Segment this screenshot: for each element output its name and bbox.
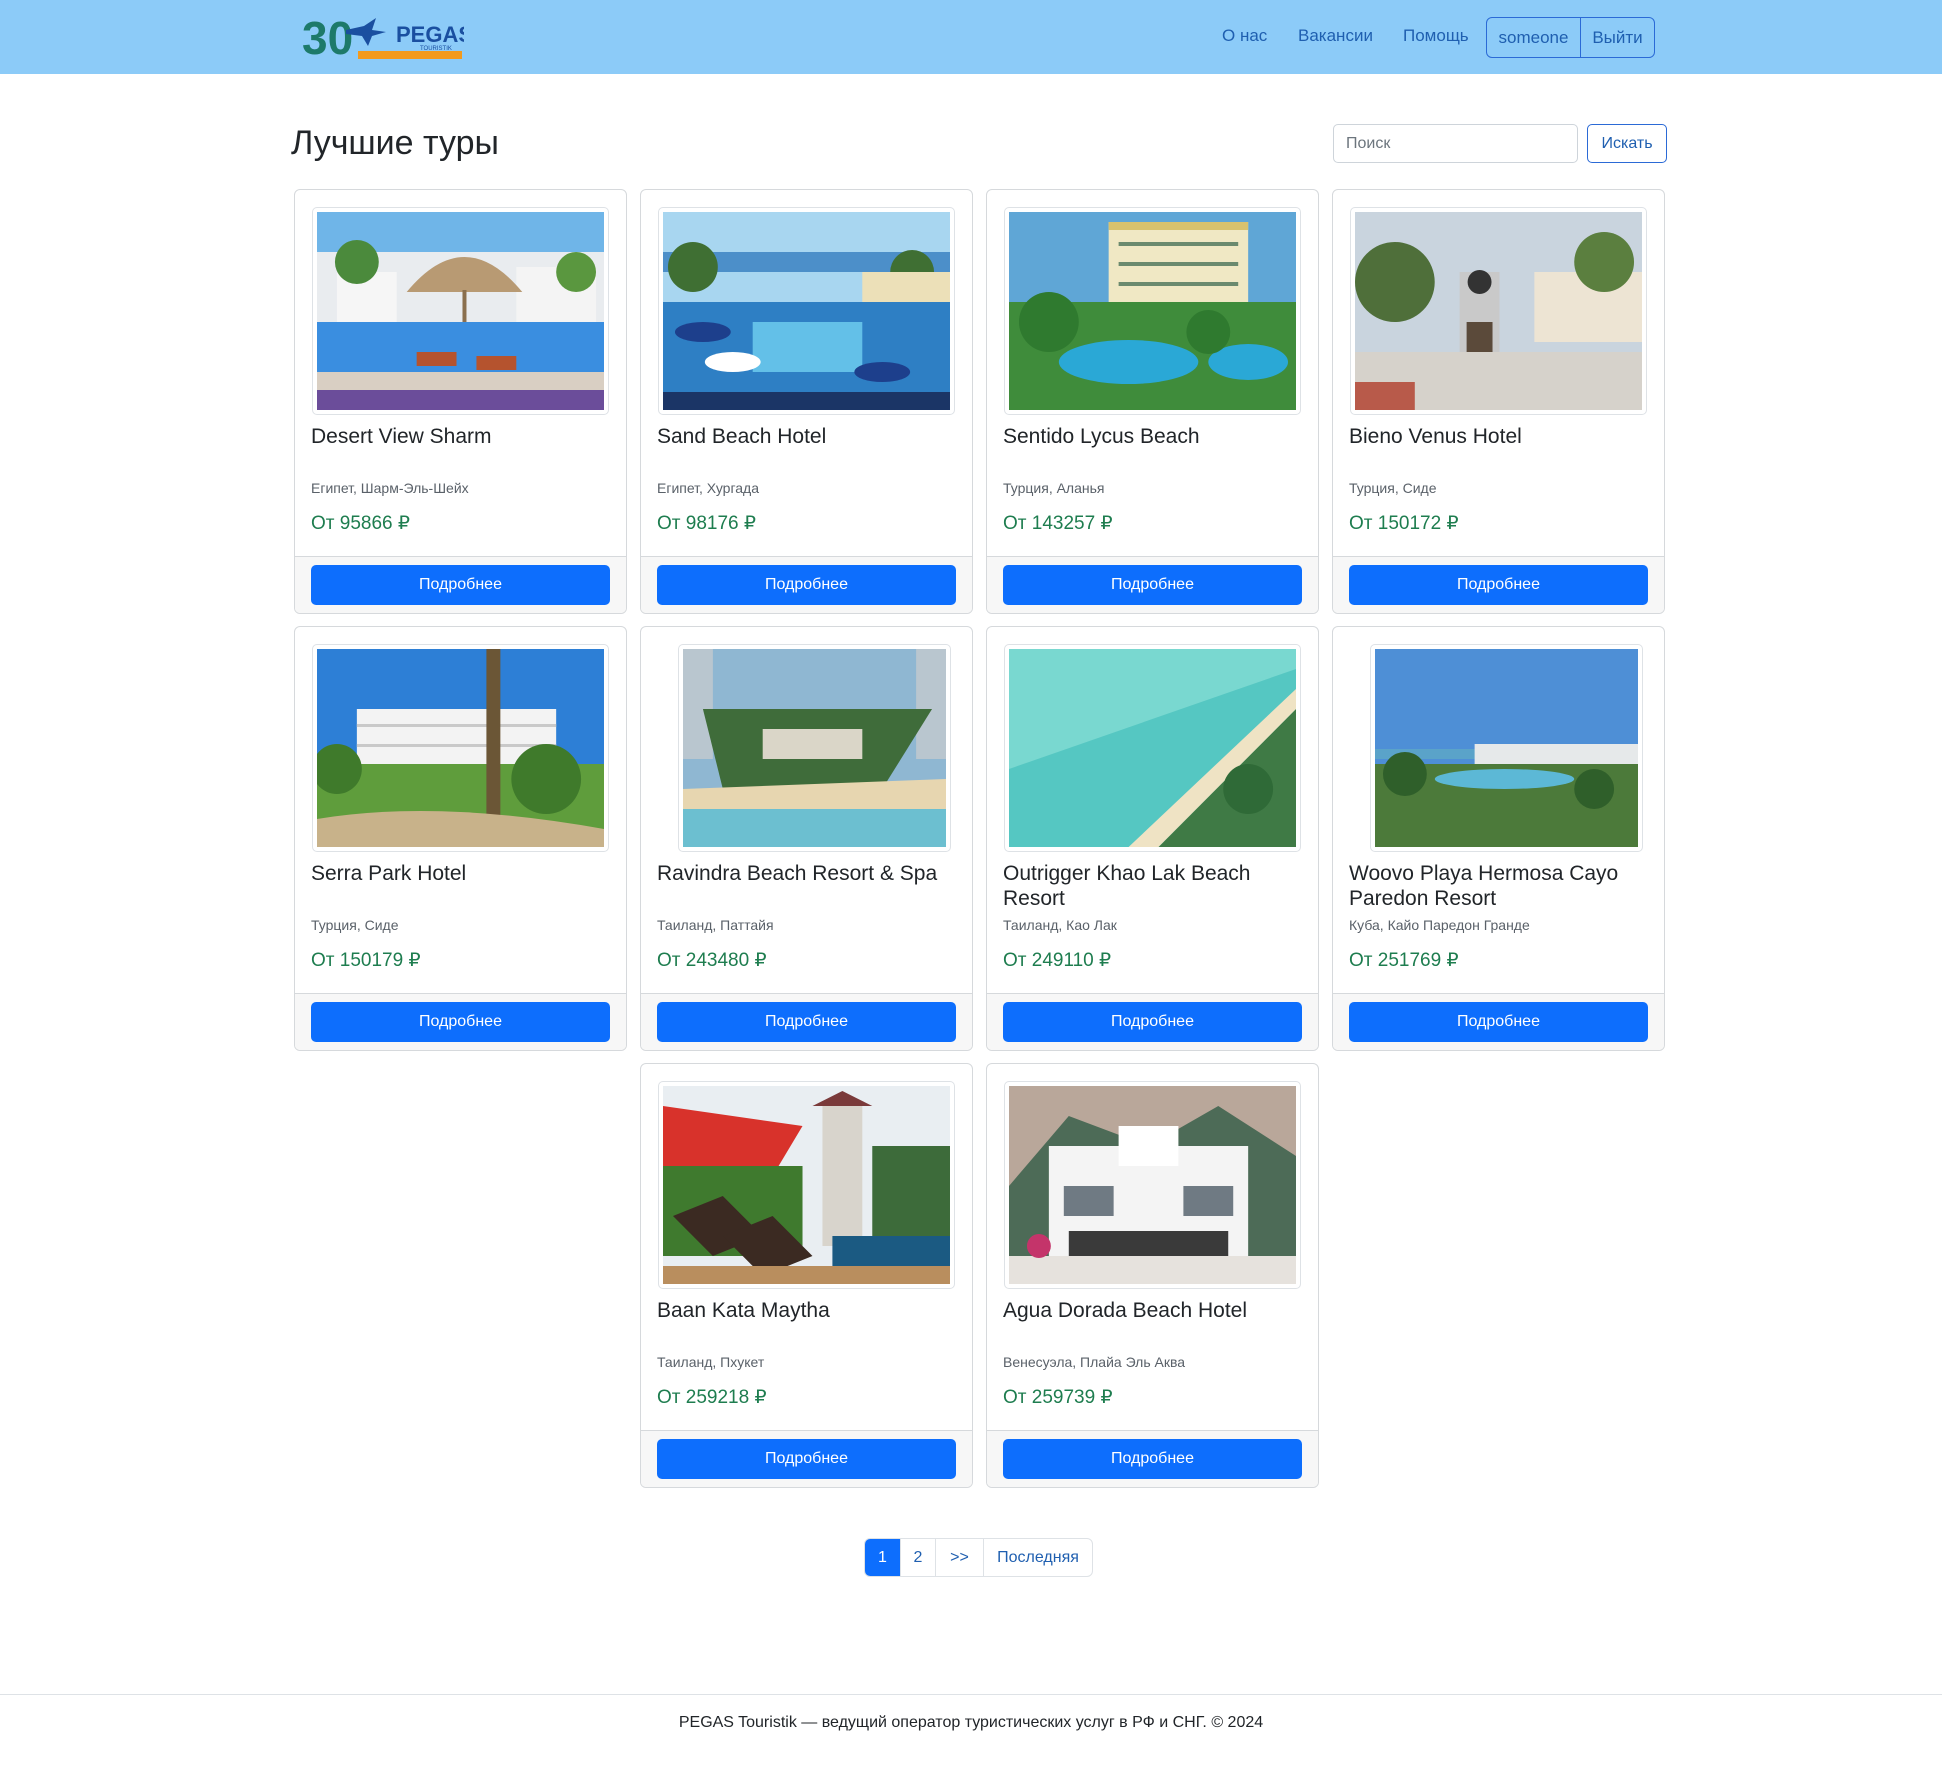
tour-location: Египет, Хургада: [657, 480, 760, 496]
tour-name: Sentido Lycus Beach: [1003, 425, 1200, 448]
footer-text: PEGAS Touristik — ведущий оператор турис…: [678, 1714, 1264, 1731]
search-input[interactable]: [1333, 124, 1578, 163]
footer-divider: [0, 1694, 1942, 1695]
tour-image: [1004, 1081, 1301, 1289]
tour-card: Sentido Lycus Beach Турция, Аланья От 14…: [986, 189, 1319, 614]
page-2-link[interactable]: 2: [901, 1539, 936, 1576]
svg-text:PEGAS: PEGAS: [396, 22, 464, 47]
tour-location: Таиланд, Пхукет: [657, 1354, 765, 1370]
tour-name: Sand Beach Hotel: [657, 425, 827, 448]
tour-price: От 98176 ₽: [657, 513, 756, 534]
details-button[interactable]: Подробнее: [657, 1439, 956, 1479]
card-footer: Подробнее: [641, 556, 972, 613]
tour-image: [312, 207, 609, 415]
details-button[interactable]: Подробнее: [1003, 565, 1302, 605]
user-button-group: someone Выйти: [1486, 17, 1655, 58]
details-button[interactable]: Подробнее: [311, 565, 610, 605]
last-page-link[interactable]: Последняя: [984, 1539, 1092, 1576]
card-footer: Подробнее: [987, 1430, 1318, 1487]
details-button[interactable]: Подробнее: [1349, 565, 1648, 605]
tour-location: Египет, Шарм-Эль-Шейх: [311, 480, 469, 496]
tour-name: Agua Dorada Beach Hotel: [1003, 1299, 1247, 1322]
tour-image: [1370, 644, 1643, 852]
tour-card: Sand Beach Hotel Египет, Хургада От 9817…: [640, 189, 973, 614]
tour-name: Baan Kata Maytha: [657, 1299, 830, 1322]
tour-card: Woovo Playa Hermosa Cayo Paredon Resort …: [1332, 626, 1665, 1051]
tour-card: Bieno Venus Hotel Турция, Сиде От 150172…: [1332, 189, 1665, 614]
tour-price: От 95866 ₽: [311, 513, 410, 534]
tour-image: [1004, 207, 1301, 415]
card-footer: Подробнее: [295, 556, 626, 613]
tour-location: Турция, Сиде: [311, 917, 399, 933]
page-title: Лучшие туры: [291, 124, 499, 162]
tour-card: Outrigger Khao Lak Beach Resort Таиланд,…: [986, 626, 1319, 1051]
details-button[interactable]: Подробнее: [657, 565, 956, 605]
tour-name: Bieno Venus Hotel: [1349, 425, 1522, 448]
tour-location: Венесуэла, Плайа Эль Аква: [1003, 1354, 1186, 1370]
nav-about-link[interactable]: О нас: [1222, 26, 1267, 46]
tour-name: Outrigger Khao Lak Beach Resort: [1003, 862, 1251, 910]
tour-image: [658, 1081, 955, 1289]
tour-location: Турция, Сиде: [1349, 480, 1437, 496]
tour-price: От 259218 ₽: [657, 1387, 767, 1408]
tour-name: Desert View Sharm: [311, 425, 492, 448]
svg-text:30: 30: [302, 12, 353, 62]
card-footer: Подробнее: [295, 993, 626, 1050]
tour-price: От 150172 ₽: [1349, 513, 1459, 534]
tour-name: Woovo Playa Hermosa Cayo Paredon Resort: [1349, 862, 1619, 910]
tour-image: [658, 207, 955, 415]
tour-price: От 243480 ₽: [657, 950, 767, 971]
tour-image: [312, 644, 609, 852]
details-button[interactable]: Подробнее: [1003, 1002, 1302, 1042]
tour-image: [1350, 207, 1647, 415]
tour-card: Serra Park Hotel Турция, Сиде От 150179 …: [294, 626, 627, 1051]
tour-location: Таиланд, Паттайя: [657, 917, 774, 933]
next-page-link[interactable]: >>: [936, 1539, 984, 1576]
tour-name: Serra Park Hotel: [311, 862, 467, 885]
card-footer: Подробнее: [1333, 556, 1664, 613]
card-footer: Подробнее: [987, 556, 1318, 613]
tour-image: [678, 644, 951, 852]
tour-price: От 150179 ₽: [311, 950, 421, 971]
tour-card: Ravindra Beach Resort & Spa Таиланд, Пат…: [640, 626, 973, 1051]
tour-card: Baan Kata Maytha Таиланд, Пхукет От 2592…: [640, 1063, 973, 1488]
page-1-link[interactable]: 1: [865, 1539, 901, 1576]
details-button[interactable]: Подробнее: [311, 1002, 610, 1042]
card-footer: Подробнее: [641, 993, 972, 1050]
pagination: 1 2 >> Последняя: [864, 1538, 1093, 1577]
details-button[interactable]: Подробнее: [657, 1002, 956, 1042]
nav-vacancies-link[interactable]: Вакансии: [1298, 26, 1373, 46]
details-button[interactable]: Подробнее: [1003, 1439, 1302, 1479]
card-footer: Подробнее: [641, 1430, 972, 1487]
tour-name: Ravindra Beach Resort & Spa: [657, 862, 938, 885]
tour-image: [1004, 644, 1301, 852]
tour-price: От 259739 ₽: [1003, 1387, 1113, 1408]
tour-price: От 249110 ₽: [1003, 950, 1112, 971]
pegas-logo[interactable]: 30 PEGAS TOURISTIK: [302, 12, 473, 64]
card-footer: Подробнее: [987, 993, 1318, 1050]
tour-location: Турция, Аланья: [1003, 480, 1105, 496]
card-footer: Подробнее: [1333, 993, 1664, 1050]
nav-help-link[interactable]: Помощь: [1403, 26, 1469, 46]
search-button[interactable]: Искать: [1587, 124, 1667, 163]
tour-card: Desert View Sharm Египет, Шарм-Эль-Шейх …: [294, 189, 627, 614]
tour-price: От 143257 ₽: [1003, 513, 1113, 534]
tour-price: От 251769 ₽: [1349, 950, 1459, 971]
navbar: 30 PEGAS TOURISTIK О нас Вакансии Помощь…: [0, 0, 1942, 74]
tour-card: Agua Dorada Beach Hotel Венесуэла, Плайа…: [986, 1063, 1319, 1488]
tour-location: Куба, Кайо Паредон Гранде: [1349, 917, 1530, 933]
details-button[interactable]: Подробнее: [1349, 1002, 1648, 1042]
tour-location: Таиланд, Као Лак: [1003, 917, 1117, 933]
logout-button[interactable]: Выйти: [1581, 18, 1654, 57]
user-button[interactable]: someone: [1487, 18, 1581, 57]
